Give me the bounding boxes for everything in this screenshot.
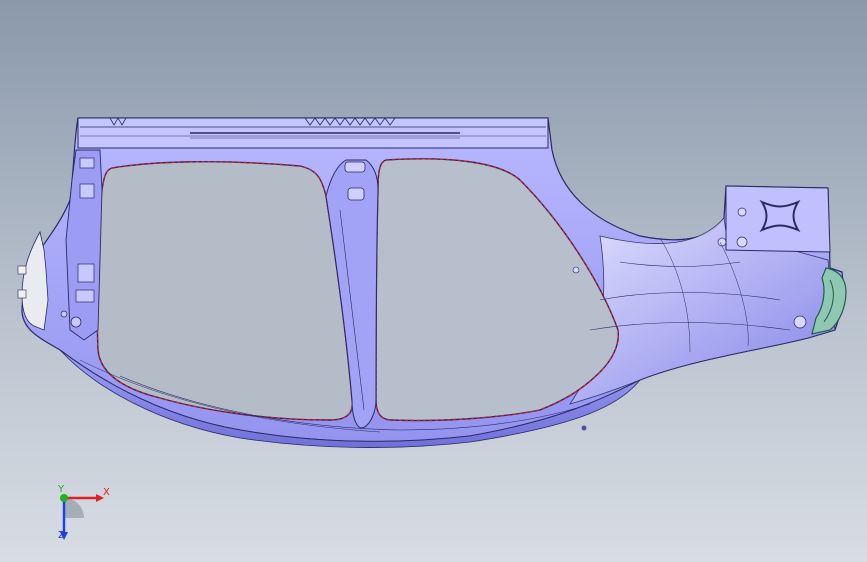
rear-door-opening bbox=[375, 158, 619, 422]
axis-triad: X Y Z bbox=[48, 480, 118, 550]
x-axis-label: X bbox=[103, 487, 110, 498]
body-side-panel-model[interactable] bbox=[0, 0, 867, 562]
front-door-opening bbox=[96, 161, 353, 421]
a-pillar-hinge-area bbox=[65, 149, 103, 341]
cad-viewport[interactable]: X Y Z bbox=[0, 0, 867, 562]
y-axis-label: Y bbox=[58, 484, 65, 495]
b-pillar-slot bbox=[344, 161, 366, 173]
z-axis-label: Z bbox=[58, 530, 65, 541]
